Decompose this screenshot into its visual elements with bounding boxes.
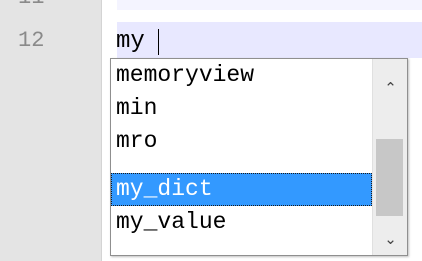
partial-line-number: 11 bbox=[18, 0, 44, 10]
scrollbar-thumb[interactable] bbox=[376, 139, 403, 216]
current-line-highlight bbox=[117, 22, 422, 58]
autocomplete-item[interactable]: my_value bbox=[111, 206, 372, 239]
gutter-partial-row: 11 bbox=[0, 0, 101, 10]
typed-text[interactable]: my bbox=[116, 28, 145, 56]
line-number: 12 bbox=[18, 28, 45, 53]
autocomplete-item-selected[interactable]: my_dict bbox=[111, 173, 372, 206]
autocomplete-scrollbar[interactable]: ⌃ ⌄ bbox=[372, 59, 407, 255]
line-number-gutter: 11 12 bbox=[0, 0, 102, 261]
chevron-up-icon[interactable]: ⌃ bbox=[373, 76, 408, 100]
autocomplete-list[interactable]: memoryview min mro my_dict my_value bbox=[111, 59, 372, 255]
chevron-down-icon[interactable]: ⌄ bbox=[373, 227, 408, 251]
autocomplete-item[interactable]: mro bbox=[111, 125, 372, 158]
previous-line-highlight bbox=[117, 0, 422, 10]
autocomplete-popup[interactable]: memoryview min mro my_dict my_value ⌃ ⌄ bbox=[110, 58, 408, 256]
autocomplete-item[interactable]: min bbox=[111, 92, 372, 125]
autocomplete-item[interactable]: memoryview bbox=[111, 59, 372, 92]
text-caret bbox=[158, 29, 159, 55]
